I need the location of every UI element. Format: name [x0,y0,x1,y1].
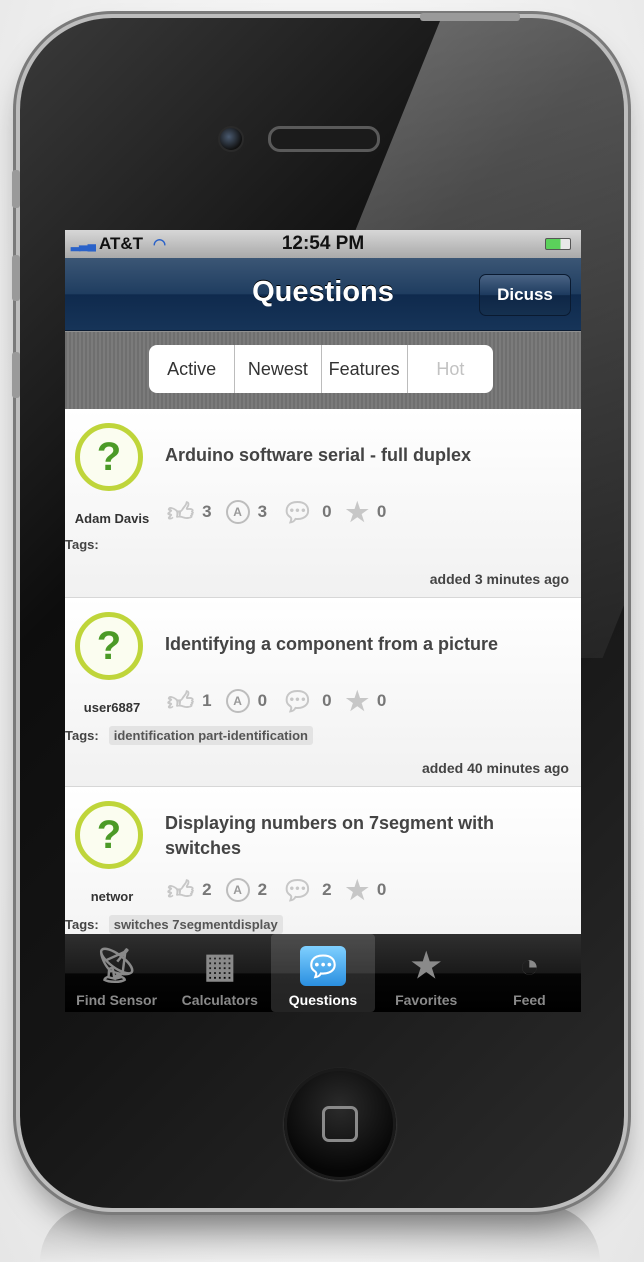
question-row[interactable]: ? Arduino software serial - full duplex … [65,409,581,598]
tag-chip[interactable]: switches 7segmentdisplay [108,915,283,934]
question-mark-icon: ? [75,801,143,869]
question-title: Displaying numbers on 7segment with swit… [165,813,495,858]
question-tags: Tags: identification part-identification [65,726,313,745]
question-added-time: added 3 minutes ago [429,571,569,587]
comments-count: 2 [322,880,332,899]
comments-stat: 💬︎ 0 [281,499,331,525]
answer-icon: A [225,878,250,902]
segment-hot[interactable]: Hot [408,345,493,393]
home-button[interactable] [284,1068,396,1180]
likes-stat: 👍︎ 1 [167,688,212,714]
volume-down-button[interactable] [12,352,20,398]
question-mark-icon: ? [75,423,143,491]
status-time: 12:54 PM [281,233,365,254]
navigation-bar: Questions Dicuss [65,258,581,331]
tab-calculators[interactable]: ▦ Calculators [168,934,271,1012]
question-mark-icon: ? [75,612,143,680]
comments-count: 0 [322,691,332,710]
tab-label: Feed [513,992,546,1008]
chat-bubbles-icon: 💬︎ [300,946,346,986]
thumbs-up-icon: 👍︎ [167,686,195,716]
tab-label: Questions [288,992,358,1008]
tags-label: Tags: [65,728,99,743]
tab-find-sensor[interactable]: 📡︎ Find Sensor [65,934,168,1012]
likes-count: 3 [202,502,212,521]
answers-count: 2 [257,880,268,899]
home-square-icon [322,1106,358,1142]
comments-count: 0 [322,502,332,521]
question-author: user6887 [83,700,141,715]
comment-bubble-icon: 💬︎ [281,875,315,905]
question-title: Arduino software serial - full duplex [165,445,472,465]
sleep-button[interactable] [420,13,520,21]
favorites-stat: ★ 0 [346,499,387,525]
likes-count: 2 [202,880,212,899]
star-icon: ★ [345,875,369,905]
question-stats: 👍︎ 1 A 0 💬︎ 0 ★ 0 [167,688,386,714]
tab-label: Favorites [395,992,458,1008]
answer-icon: A [225,689,250,713]
thumbs-up-icon: 👍︎ [167,875,195,905]
question-added-time: added 40 minutes ago [421,760,569,776]
answers-stat: A 2 [225,878,268,902]
question-author: networ [90,889,134,904]
antenna-icon: 📡︎ [95,947,139,985]
question-stats: 👍︎ 3 A 3 💬︎ 0 ★ 0 [167,499,386,525]
tab-questions[interactable]: 💬︎ Questions [271,934,375,1012]
tab-feed[interactable]: ◔ Feed [478,934,581,1012]
star-icon: ★ [345,497,369,527]
answer-icon: A [225,500,250,524]
mute-switch[interactable] [12,170,20,208]
tag-chip[interactable]: identification part-identification [108,726,313,745]
tab-bar: 📡︎ Find Sensor ▦ Calculators 💬︎ Question… [65,934,581,1012]
answers-count: 3 [257,502,268,521]
comments-stat: 💬︎ 0 [281,688,331,714]
favorites-count: 0 [376,502,387,521]
star-icon: ★ [410,947,442,985]
segmented-control: Active Newest Features Hot [149,345,493,393]
question-author: Adam Davis [74,511,150,526]
tab-favorites[interactable]: ★ Favorites [375,934,478,1012]
tab-label: Calculators [181,992,258,1008]
battery-icon [545,238,571,250]
earpiece-speaker [268,126,380,152]
tags-label: Tags: [65,537,99,552]
question-tags: Tags: [65,537,99,552]
question-title: Identifying a component from a picture [165,634,499,654]
question-stats: 👍︎ 2 A 2 💬︎ 2 ★ 0 [167,877,386,903]
thumbs-up-icon: 👍︎ [167,497,195,527]
app-screen: ▂▃▄ AT&T ◠ 12:54 PM Questions Dicuss Act… [65,230,581,1012]
questions-list: ? Arduino software serial - full duplex … [65,409,581,976]
segment-active[interactable]: Active [149,345,236,393]
status-bar: ▂▃▄ AT&T ◠ 12:54 PM [65,230,581,258]
tab-label: Find Sensor [76,992,158,1008]
question-row[interactable]: ? Identifying a component from a picture… [65,598,581,787]
filter-bar: Active Newest Features Hot [65,331,581,409]
star-icon: ★ [345,686,369,716]
likes-stat: 👍︎ 2 [167,877,212,903]
segment-newest[interactable]: Newest [235,345,322,393]
likes-count: 1 [202,691,212,710]
phone-reflection [40,1205,600,1262]
volume-up-button[interactable] [12,255,20,301]
favorites-count: 0 [376,880,387,899]
answers-count: 0 [257,691,268,710]
favorites-count: 0 [376,691,387,710]
answers-stat: A 0 [225,689,268,713]
comment-bubble-icon: 💬︎ [281,497,315,527]
likes-stat: 👍︎ 3 [167,499,212,525]
favorites-stat: ★ 0 [346,877,387,903]
answers-stat: A 3 [225,500,268,524]
calculator-icon: ▦ [203,947,236,985]
segment-features[interactable]: Features [322,345,408,393]
discuss-button[interactable]: Dicuss [479,274,571,316]
tags-label: Tags: [65,917,99,932]
favorites-stat: ★ 0 [346,688,387,714]
question-tags: Tags: switches 7segmentdisplay [65,915,283,934]
rss-icon: ◔ [519,946,540,985]
front-camera [218,126,244,152]
comment-bubble-icon: 💬︎ [281,686,315,716]
comments-stat: 💬︎ 2 [281,877,331,903]
